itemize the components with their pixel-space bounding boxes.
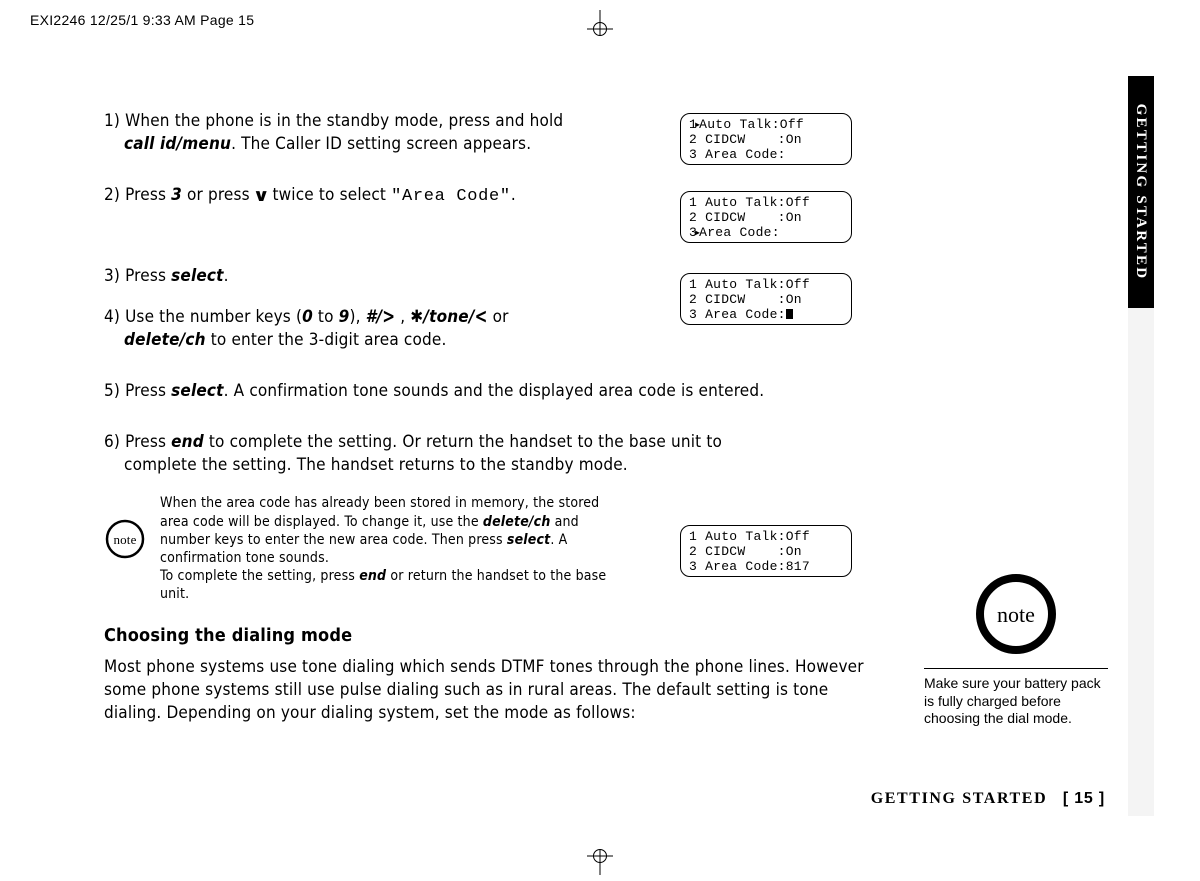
divider	[924, 668, 1108, 669]
inline-note-text: When the area code has already been stor…	[160, 494, 630, 603]
section-tab-label: GETTING STARTED	[1133, 104, 1150, 281]
greater-than-icon: >	[382, 303, 395, 331]
cursor-block-icon	[786, 309, 793, 319]
lcd-screen-3: 1 Auto Talk:Off 2 CIDCW :On 3 Area Code:	[680, 273, 852, 325]
less-than-icon: <	[475, 303, 488, 331]
step-5: 5) Press select. A confirmation tone sou…	[104, 380, 864, 403]
step-6: 6) Press end to complete the setting. Or…	[104, 431, 864, 477]
page-number: [ 15 ]	[1063, 790, 1105, 807]
svg-text:note: note	[997, 602, 1035, 627]
lcd-screen-4: 1 Auto Talk:Off 2 CIDCW :On 3 Area Code:…	[680, 525, 852, 577]
body-paragraph: Most phone systems use tone dialing whic…	[104, 656, 864, 725]
side-note: note Make sure your battery pack is full…	[924, 572, 1108, 728]
note-icon-large: note	[974, 572, 1058, 656]
subheading: Choosing the dialing mode	[104, 624, 864, 648]
section-tab: GETTING STARTED	[1128, 76, 1154, 308]
svg-text:note: note	[113, 532, 136, 547]
down-caret-icon: ∨	[252, 185, 270, 208]
crop-mark-top	[575, 10, 625, 40]
crop-mark-bottom	[575, 845, 625, 875]
lcd-screen-2: 1 Auto Talk:Off 2 CIDCW :On 3Area Code:	[680, 191, 852, 243]
page-footer: GETTING STARTED [ 15 ]	[871, 790, 1105, 808]
side-strip	[1128, 308, 1154, 816]
footer-section: GETTING STARTED	[871, 790, 1048, 807]
side-note-text: Make sure your battery pack is fully cha…	[924, 675, 1108, 728]
note-icon: note	[104, 518, 146, 560]
lcd-screen-1: 1Auto Talk:Off 2 CIDCW :On 3 Area Code:	[680, 113, 852, 165]
